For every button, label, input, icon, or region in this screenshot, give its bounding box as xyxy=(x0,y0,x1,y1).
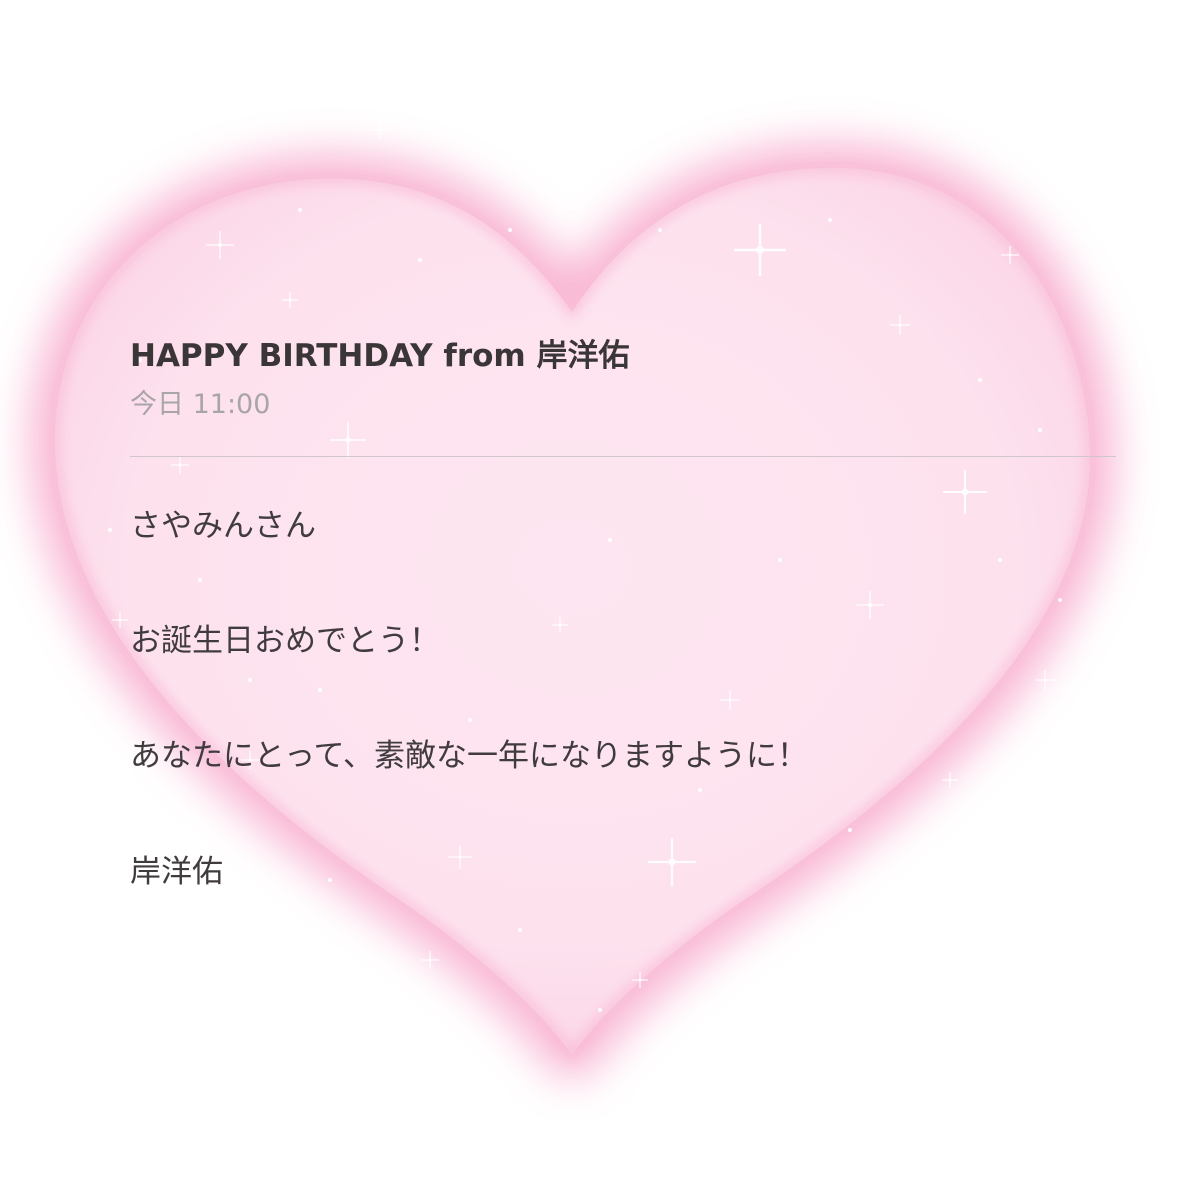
message-subject: HAPPY BIRTHDAY from 岸洋佑 xyxy=(130,338,630,374)
message-body-line: あなたにとって、素敵な一年になりますように！ xyxy=(130,738,808,774)
sparkle-dot xyxy=(778,558,782,562)
sparkle-dot xyxy=(998,558,1002,562)
sparkle-dot xyxy=(1058,598,1062,602)
sparkle-dot xyxy=(198,578,202,582)
message-card: HAPPY BIRTHDAY from 岸洋佑 今日 11:00 さやみんさん … xyxy=(0,0,1200,1200)
message-timestamp: 今日 11:00 xyxy=(130,389,271,420)
sparkle-dot xyxy=(318,688,322,692)
sparkle-dot xyxy=(108,528,112,532)
sparkle-dot xyxy=(508,228,512,232)
sparkle-dot xyxy=(848,828,852,832)
sparkle-dot xyxy=(328,878,332,882)
sparkle-dot xyxy=(408,998,412,1002)
sparkle-icon xyxy=(942,772,958,788)
heart-frame xyxy=(31,120,1114,1078)
sparkle-dot xyxy=(978,378,982,382)
sparkle-dot xyxy=(1038,428,1042,432)
sparkle-dot xyxy=(598,1008,602,1012)
sparkle-dot xyxy=(248,678,252,682)
header-divider xyxy=(130,456,1116,457)
message-signature: 岸洋佑 xyxy=(130,854,223,890)
sparkle-dot xyxy=(698,788,702,792)
sparkle-icon xyxy=(370,120,390,140)
sparkle-dot xyxy=(658,228,662,232)
message-body-line: さやみんさん xyxy=(130,508,316,544)
sparkle-dot xyxy=(298,208,302,212)
sparkle-dot xyxy=(828,218,832,222)
message-body-line: お誕生日おめでとう！ xyxy=(130,623,440,659)
sparkle-dot xyxy=(518,928,522,932)
sparkle-dot xyxy=(898,898,902,902)
sparkle-dot xyxy=(418,258,422,262)
sparkle-icon xyxy=(1035,670,1055,690)
sparkle-dot xyxy=(608,538,612,542)
sparkle-dot xyxy=(468,718,472,722)
